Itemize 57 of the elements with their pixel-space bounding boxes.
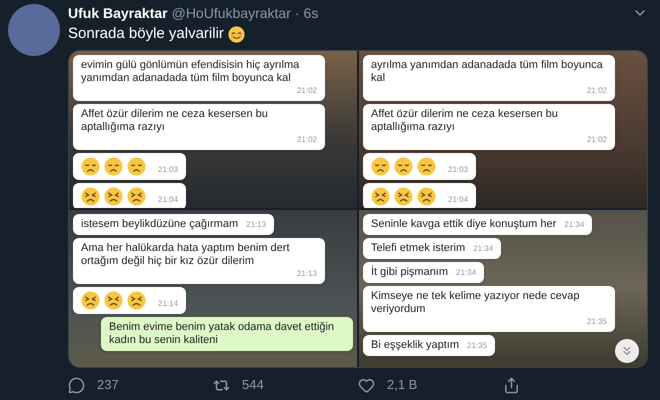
author-handle[interactable]: @HoUfukbayraktar	[172, 2, 291, 24]
sad-face-icon	[127, 157, 146, 176]
grimacing-face-icon	[127, 291, 146, 310]
reply-icon[interactable]	[68, 376, 85, 394]
message-time: 21:02	[296, 85, 317, 97]
grimacing-face-icon	[371, 187, 390, 206]
message-time: 21:02	[586, 134, 607, 146]
scroll-down-button[interactable]	[615, 339, 639, 363]
message-time: 21:34	[564, 219, 584, 231]
share-icon[interactable]	[503, 376, 520, 394]
grimacing-face-icon	[81, 187, 100, 206]
separator-dot: ·	[294, 4, 300, 22]
message-time: 21:02	[586, 85, 607, 97]
message-text: Telefi etmek isterim	[371, 242, 466, 255]
message-text: istesem beylikdüzüne çağırmam	[81, 218, 238, 231]
message-time: 21:04	[158, 194, 178, 206]
message-text: ayrılma yanımdan adanadada tüm film boyunca kal	[371, 59, 604, 85]
message-text: Bi eşşeklik yaptım	[371, 339, 460, 352]
message-time: 21:34	[473, 243, 494, 255]
message-text: evimin gülü gönlümün efendisisin hiç ayrılma yanımdan adanadada tüm film boyunca kal	[81, 59, 300, 85]
grimacing-face-icon	[81, 291, 100, 310]
message-time: 21:35	[586, 316, 607, 328]
smiling-face-icon	[228, 26, 245, 42]
message-time: 21:03	[158, 164, 178, 176]
message-text: Affet özür dilerim ne ceza kesersen bu aptallığıma razıyı	[371, 108, 559, 134]
sad-face-icon	[394, 157, 413, 176]
message-text: İt gibi pişmanım	[371, 266, 448, 279]
action-count: 544	[242, 376, 264, 394]
message-time: 21:34	[456, 267, 476, 279]
sad-face-icon	[104, 157, 123, 176]
message-text: Seninle kavga ettik diye konuştum her	[371, 218, 556, 231]
sad-face-icon	[371, 157, 390, 176]
sad-face-icon	[81, 157, 100, 176]
grimacing-face-icon	[104, 291, 123, 310]
avatar[interactable]	[8, 4, 60, 56]
heart-icon[interactable]	[358, 376, 375, 394]
message-text: Ama her halükarda hata yaptım benim dert ortağım değil hiç bir kız özür dilerim	[81, 242, 291, 268]
message-time: 21:02	[296, 134, 317, 146]
grimacing-face-icon	[104, 187, 123, 206]
message-text: Kimseye ne tek kelime yazıyor nede cevap veriyordum	[371, 290, 580, 316]
tweet-text: Sonrada böyle yalvarilir	[68, 24, 224, 44]
message-time: 21:03	[448, 164, 468, 176]
message-text: Benim evime benim yatak odama davet ettiğin kadın bu senin kaliteni	[109, 321, 336, 347]
sad-face-icon	[417, 157, 436, 176]
tweet-time[interactable]: 6s	[304, 2, 318, 24]
message-time: 21:04	[448, 194, 468, 206]
message-time: 21:13	[296, 268, 317, 280]
grimacing-face-icon	[394, 187, 413, 206]
message-time: 21:14	[158, 298, 178, 310]
author-name[interactable]: Ufuk Bayraktar	[68, 2, 168, 24]
message-text: Affet özür dilerim ne ceza kesersen bu aptallığıma razıyı	[81, 108, 269, 134]
action-count: 2,1 B	[387, 376, 418, 394]
action-count: 237	[97, 376, 119, 394]
grimacing-face-icon	[127, 187, 146, 206]
message-time: 21:35	[467, 340, 488, 352]
grimacing-face-icon	[417, 187, 436, 206]
message-time: 21:13	[246, 219, 266, 231]
